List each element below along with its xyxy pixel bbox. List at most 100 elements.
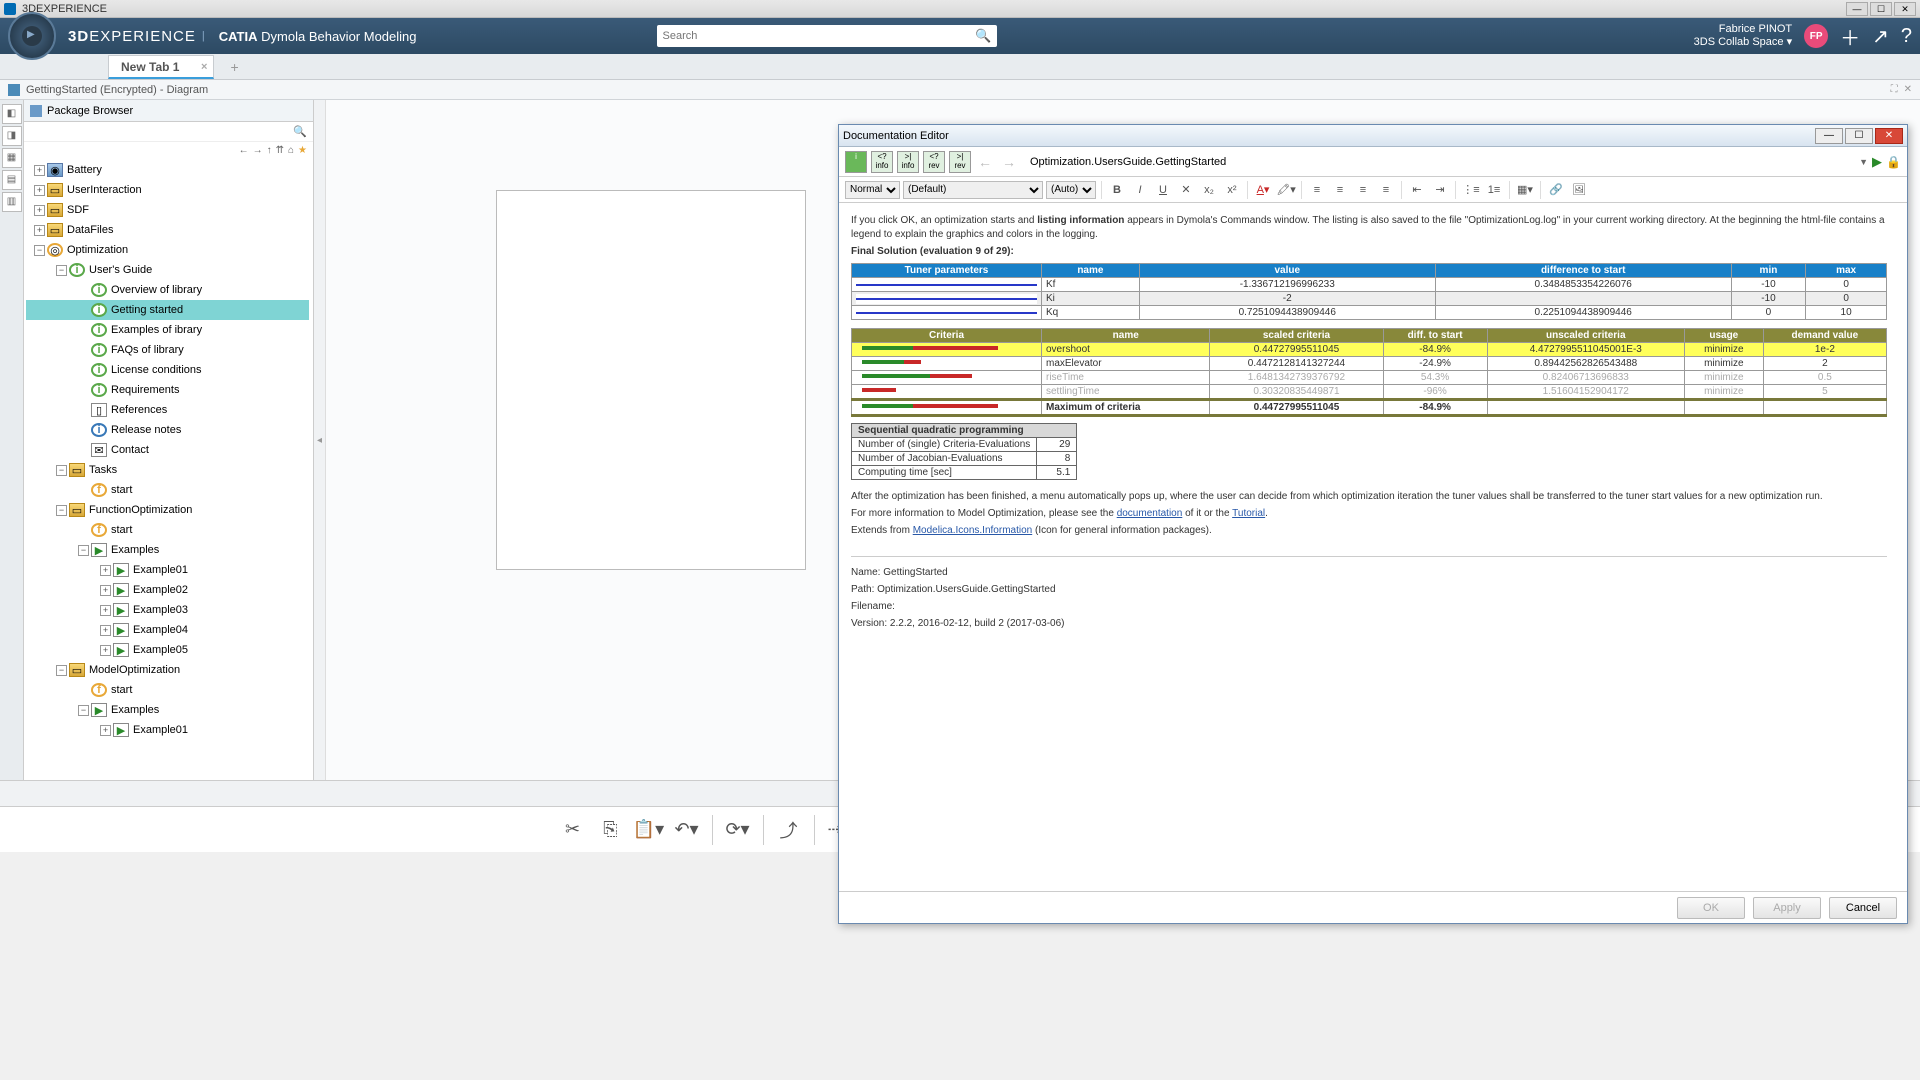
tree-modelopt-ex01[interactable]: +▶Example01 xyxy=(26,720,309,740)
vt-btn-3[interactable]: ▦ xyxy=(2,148,22,168)
nav-fav-icon[interactable]: ★ xyxy=(298,145,307,156)
tree-modelopt-start[interactable]: fstart xyxy=(26,680,309,700)
nav-back-icon[interactable]: ← xyxy=(239,145,249,156)
dlg-maximize-icon[interactable]: ☐ xyxy=(1845,128,1873,144)
tree-funcopt[interactable]: −▭FunctionOptimization xyxy=(26,500,309,520)
strike-icon[interactable]: ✕ xyxy=(1176,181,1196,199)
paste-icon[interactable]: 📋▾ xyxy=(632,813,666,847)
highlight-icon[interactable]: 🖍▾ xyxy=(1276,181,1296,199)
tree-requirements[interactable]: iRequirements xyxy=(26,380,309,400)
nav-home-icon[interactable]: ⌂ xyxy=(288,145,294,156)
tree-license[interactable]: iLicense conditions xyxy=(26,360,309,380)
vt-btn-2[interactable]: ◨ xyxy=(2,126,22,146)
lock-icon[interactable]: 🔒 xyxy=(1886,155,1901,169)
align-left-icon[interactable]: ≡ xyxy=(1307,181,1327,199)
align-right-icon[interactable]: ≡ xyxy=(1353,181,1373,199)
outdent-icon[interactable]: ⇤ xyxy=(1407,181,1427,199)
avatar[interactable]: FP xyxy=(1804,24,1828,48)
tree-ex05[interactable]: +▶Example05 xyxy=(26,640,309,660)
tree-tasks[interactable]: −▭Tasks xyxy=(26,460,309,480)
tree-tasks-start[interactable]: fstart xyxy=(26,480,309,500)
tab-new-1[interactable]: New Tab 1× xyxy=(108,55,214,79)
underline-icon[interactable]: U xyxy=(1153,181,1173,199)
tree-overview[interactable]: iOverview of library xyxy=(26,280,309,300)
package-search[interactable]: 🔍 xyxy=(24,122,313,142)
upload-icon[interactable]: ⤴ xyxy=(772,813,806,847)
tree-optimization[interactable]: −◎Optimization xyxy=(26,240,309,260)
undo-icon[interactable]: ↶▾ xyxy=(670,813,704,847)
link-icon[interactable]: 🔗 xyxy=(1546,181,1566,199)
tab-close-icon[interactable]: × xyxy=(201,61,207,73)
italic-icon[interactable]: I xyxy=(1130,181,1150,199)
cut-icon[interactable]: ✂ xyxy=(556,813,590,847)
doc-content[interactable]: If you click OK, an optimization starts … xyxy=(839,203,1907,891)
tree-modelopt[interactable]: −▭ModelOptimization xyxy=(26,660,309,680)
font-select[interactable]: (Default) xyxy=(903,181,1043,199)
table-icon[interactable]: ▦▾ xyxy=(1515,181,1535,199)
bullet-list-icon[interactable]: ⋮≡ xyxy=(1461,181,1481,199)
font-color-icon[interactable]: A▾ xyxy=(1253,181,1273,199)
subscript-icon[interactable]: x₂ xyxy=(1199,181,1219,199)
path-dropdown-icon[interactable]: ▼ xyxy=(1859,157,1868,167)
tree-contact[interactable]: ✉Contact xyxy=(26,440,309,460)
tree-ex01[interactable]: +▶Example01 xyxy=(26,560,309,580)
tree-release[interactable]: iRelease notes xyxy=(26,420,309,440)
nav-up-icon[interactable]: ↑ xyxy=(267,145,272,156)
tree-battery[interactable]: +◉Battery xyxy=(26,160,309,180)
tree-modelopt-examples[interactable]: −▶Examples xyxy=(26,700,309,720)
documentation-link[interactable]: documentation xyxy=(1117,508,1183,519)
tree-getting-started[interactable]: iGetting started xyxy=(26,300,309,320)
diagram-canvas[interactable]: Documentation Editor — ☐ ✕ i <?info >|in… xyxy=(326,100,1920,780)
rev-view-btn[interactable]: >|info xyxy=(897,151,919,173)
rev-src2-btn[interactable]: >|rev xyxy=(949,151,971,173)
rev-src-btn[interactable]: <?rev xyxy=(923,151,945,173)
tree-funcopt-examples[interactable]: −▶Examples xyxy=(26,540,309,560)
info-src-btn[interactable]: <?info xyxy=(871,151,893,173)
minimize-button[interactable]: — xyxy=(1846,2,1868,16)
size-select[interactable]: (Auto) xyxy=(1046,181,1096,199)
tree-ex03[interactable]: +▶Example03 xyxy=(26,600,309,620)
dialog-titlebar[interactable]: Documentation Editor — ☐ ✕ xyxy=(839,125,1907,147)
close-button[interactable]: ✕ xyxy=(1894,2,1916,16)
align-justify-icon[interactable]: ≡ xyxy=(1376,181,1396,199)
refresh-icon[interactable]: ⟳▾ xyxy=(721,813,755,847)
apply-button[interactable]: Apply xyxy=(1753,897,1821,919)
nav-top-icon[interactable]: ⇈ xyxy=(276,145,284,156)
dlg-minimize-icon[interactable]: — xyxy=(1815,128,1843,144)
search-input[interactable] xyxy=(657,25,997,47)
tree-userinteraction[interactable]: +▭UserInteraction xyxy=(26,180,309,200)
nav-fwd-icon[interactable]: → xyxy=(999,154,1019,170)
collapse-handle[interactable]: ◂ xyxy=(314,100,326,780)
vt-btn-5[interactable]: ▥ xyxy=(2,192,22,212)
maximize-button[interactable]: ☐ xyxy=(1870,2,1892,16)
superscript-icon[interactable]: x² xyxy=(1222,181,1242,199)
tree-references[interactable]: ▯References xyxy=(26,400,309,420)
play-icon[interactable]: ▶ xyxy=(1872,154,1882,170)
dlg-close-icon[interactable]: ✕ xyxy=(1875,128,1903,144)
user-info[interactable]: Fabrice PINOT 3DS Collab Space ▾ xyxy=(1694,23,1792,49)
tree-funcopt-start[interactable]: fstart xyxy=(26,520,309,540)
align-center-icon[interactable]: ≡ xyxy=(1330,181,1350,199)
image-icon[interactable]: 🖼 xyxy=(1569,181,1589,199)
bold-icon[interactable]: B xyxy=(1107,181,1127,199)
tree-sdf[interactable]: +▭SDF xyxy=(26,200,309,220)
close-doc-icon[interactable]: ✕ xyxy=(1904,84,1912,95)
number-list-icon[interactable]: 1≡ xyxy=(1484,181,1504,199)
tree-ex04[interactable]: +▶Example04 xyxy=(26,620,309,640)
nav-fwd-icon[interactable]: → xyxy=(253,145,263,156)
indent-icon[interactable]: ⇥ xyxy=(1430,181,1450,199)
tree-datafiles[interactable]: +▭DataFiles xyxy=(26,220,309,240)
vt-btn-4[interactable]: ▤ xyxy=(2,170,22,190)
search-icon[interactable]: 🔍 xyxy=(975,28,991,44)
tree-faqs[interactable]: iFAQs of library xyxy=(26,340,309,360)
ok-button[interactable]: OK xyxy=(1677,897,1745,919)
add-icon[interactable]: ＋ xyxy=(1840,22,1860,51)
tree-examples-lib[interactable]: iExamples of ibrary xyxy=(26,320,309,340)
doc-path[interactable]: Optimization.UsersGuide.GettingStarted xyxy=(1023,153,1855,171)
info-view-btn[interactable]: i xyxy=(845,151,867,173)
tutorial-link[interactable]: Tutorial xyxy=(1232,508,1265,519)
tree-ex02[interactable]: +▶Example02 xyxy=(26,580,309,600)
maximize-view-icon[interactable]: ⛶ xyxy=(1891,84,1898,95)
extends-link[interactable]: Modelica.Icons.Information xyxy=(913,525,1033,536)
compass-icon[interactable] xyxy=(8,12,56,60)
